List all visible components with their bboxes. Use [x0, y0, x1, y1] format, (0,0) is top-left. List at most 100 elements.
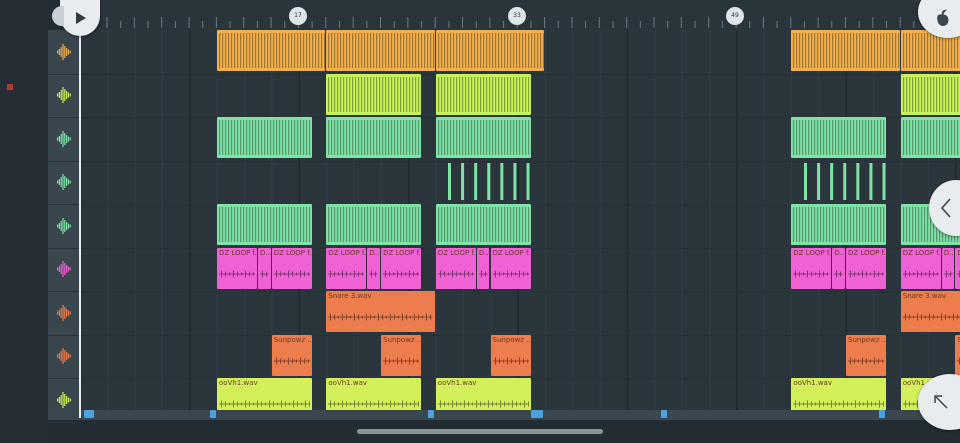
- loop-marker[interactable]: [531, 410, 543, 418]
- track-headers: [48, 30, 80, 423]
- clip-label: D...: [943, 248, 955, 257]
- audio-clip[interactable]: [435, 30, 545, 71]
- track-header[interactable]: [48, 30, 80, 75]
- audio-clip[interactable]: DZ LOOP f...: [846, 247, 887, 289]
- clip-label: D...: [834, 248, 845, 257]
- clip-waveform: [437, 207, 529, 242]
- clip-waveform: [793, 120, 885, 155]
- audio-clip[interactable]: [791, 117, 887, 158]
- clip-label: Sunpowz ...: [492, 335, 531, 344]
- audio-clip[interactable]: [326, 117, 422, 158]
- audio-clip[interactable]: Sunpowz ...: [271, 334, 312, 376]
- clip-label: DZ LOOP f...: [273, 248, 312, 257]
- audio-clip[interactable]: Sunpowz ...: [846, 334, 887, 376]
- clip-label: ooVh1.wav: [219, 379, 258, 387]
- audio-clip[interactable]: DZ LOOP f...: [271, 247, 312, 289]
- clip-waveform: [328, 76, 420, 112]
- playhead[interactable]: [79, 14, 81, 418]
- audio-clip[interactable]: DZ LOOP f...: [326, 247, 367, 289]
- audio-clip[interactable]: DZ LOOP f...: [900, 247, 941, 289]
- audio-clip[interactable]: Sunpowz ...: [490, 334, 531, 376]
- audio-clip[interactable]: [326, 73, 422, 115]
- clip-waveform: [328, 33, 435, 68]
- clip-label: ooVh1.wav: [437, 379, 477, 387]
- audio-clip[interactable]: [217, 204, 312, 245]
- loop-marker[interactable]: [210, 410, 216, 418]
- audio-clip[interactable]: DZ LOOP f...: [435, 247, 476, 289]
- audio-clip[interactable]: [326, 30, 435, 71]
- audio-clip[interactable]: Snare 3.wav: [326, 291, 435, 332]
- waveform-icon: [57, 304, 71, 321]
- audio-clip[interactable]: [435, 204, 531, 245]
- audio-clip[interactable]: Sunpowz ...: [381, 334, 422, 376]
- audio-clip[interactable]: D...: [258, 247, 271, 289]
- track-header[interactable]: [48, 204, 80, 249]
- chevron-left-icon: [940, 198, 951, 218]
- clip-label: Snare 3.wav: [902, 292, 947, 300]
- bar-marker-17[interactable]: 17: [289, 7, 307, 25]
- clip-waveform: [328, 207, 420, 242]
- clip-label: Snare 3.wav: [328, 292, 372, 300]
- audio-clip[interactable]: D...: [832, 247, 846, 289]
- clip-waveform: [803, 162, 886, 200]
- clip-label: D...: [478, 248, 490, 257]
- bar-marker-49[interactable]: 49: [726, 7, 744, 25]
- clip-label: DZ LOOP f...: [902, 248, 941, 257]
- audio-clip[interactable]: [435, 73, 531, 115]
- clip-waveform: [437, 33, 544, 68]
- record-indicator: [7, 84, 13, 90]
- loop-marker[interactable]: [84, 410, 94, 418]
- track-header[interactable]: [48, 117, 80, 162]
- clip-label: D...: [369, 248, 380, 257]
- clip-label: Sunpowz ...: [848, 335, 887, 344]
- track-header[interactable]: [48, 335, 80, 379]
- audio-clip[interactable]: D...: [941, 247, 955, 289]
- waveform-icon: [57, 43, 71, 60]
- audio-clip[interactable]: [444, 161, 531, 202]
- audio-clip[interactable]: [326, 204, 422, 245]
- playlist-grid[interactable]: DZ LOOP f...D...DZ LOOP f...DZ LOOP f...…: [80, 30, 960, 419]
- clip-label: Sunpowz ...: [273, 335, 312, 344]
- loop-marker[interactable]: [879, 410, 885, 418]
- clip-waveform: [902, 76, 960, 112]
- track-header[interactable]: [48, 291, 80, 336]
- bar-marker-33[interactable]: 33: [508, 7, 526, 25]
- play-button-edge: [52, 6, 64, 26]
- waveform-icon: [57, 174, 71, 191]
- audio-clip[interactable]: [800, 161, 887, 202]
- clip-label: DZ LOOP f...: [219, 248, 258, 257]
- waveform-icon: [57, 217, 71, 234]
- playlist-screen: 17 33 49 DZ LOOP f...D...DZ LOOP f...DZ …: [0, 0, 960, 443]
- home-indicator[interactable]: [357, 429, 603, 434]
- audio-clip[interactable]: Snare 3.wav: [900, 291, 960, 332]
- left-strip: [0, 0, 48, 443]
- track-header[interactable]: [48, 161, 80, 205]
- audio-clip[interactable]: D...: [476, 247, 490, 289]
- clip-waveform: [219, 120, 311, 155]
- audio-clip[interactable]: [900, 117, 960, 158]
- audio-clip[interactable]: [435, 117, 531, 158]
- audio-clip[interactable]: [217, 30, 326, 71]
- audio-clip[interactable]: Sunpowz ...: [955, 334, 960, 376]
- loop-marker-bar[interactable]: [48, 410, 960, 420]
- audio-clip[interactable]: [217, 117, 312, 158]
- loop-marker[interactable]: [428, 410, 434, 418]
- loop-marker[interactable]: [661, 410, 667, 418]
- audio-clip[interactable]: [791, 30, 900, 71]
- track-header[interactable]: [48, 74, 80, 118]
- clip-label: DZ LOOP f...: [437, 248, 476, 257]
- audio-clip[interactable]: DZ LOOP f...: [217, 247, 258, 289]
- clip-waveform: [902, 120, 960, 155]
- audio-clip[interactable]: D...: [367, 247, 381, 289]
- timeline-ruler[interactable]: 17 33 49: [80, 0, 960, 31]
- audio-clip[interactable]: DZ LOOP f...: [791, 247, 832, 289]
- audio-clip[interactable]: [900, 73, 960, 115]
- waveform-icon: [57, 130, 71, 147]
- audio-clip[interactable]: DZ LOOP f...: [955, 247, 960, 289]
- clip-waveform: [448, 162, 530, 200]
- audio-clip[interactable]: [791, 204, 887, 245]
- track-header[interactable]: [48, 248, 80, 292]
- audio-clip[interactable]: DZ LOOP f...: [490, 247, 531, 289]
- audio-clip[interactable]: DZ LOOP f...: [381, 247, 422, 289]
- clip-waveform: [219, 207, 311, 242]
